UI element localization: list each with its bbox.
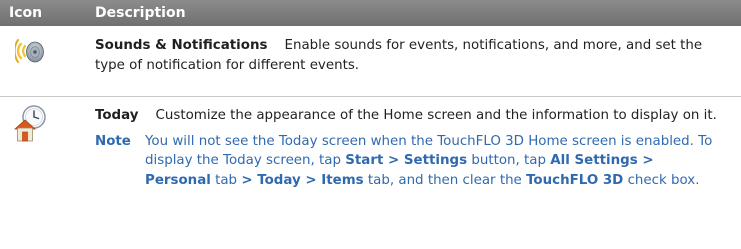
settings-table: Icon Description Sounds & Notifications … bbox=[0, 0, 741, 249]
today-home-icon bbox=[13, 105, 46, 142]
description-cell: Sounds & Notifications Enable sounds for… bbox=[95, 26, 741, 96]
note-label: Note bbox=[95, 133, 131, 149]
note-text-part: tab, and then clear the bbox=[363, 172, 527, 188]
note-text-part: button, tap bbox=[467, 153, 551, 168]
term-label: Sounds & Notifications bbox=[95, 38, 268, 53]
note-text-part: check box. bbox=[623, 172, 700, 188]
table-row: Sounds & Notifications Enable sounds for… bbox=[0, 26, 741, 97]
table-header: Icon Description bbox=[0, 0, 741, 26]
header-icon-column: Icon bbox=[9, 5, 43, 21]
description-text: Customize the appearance of the Home scr… bbox=[155, 108, 717, 123]
sound-notification-icon bbox=[15, 39, 44, 63]
note-bold-part: TouchFLO 3D bbox=[526, 172, 624, 188]
note-bold-part: > Today > Items bbox=[241, 172, 364, 188]
icon-cell bbox=[0, 97, 95, 249]
table-row: Today Customize the appearance of the Ho… bbox=[0, 97, 741, 249]
note-text: You will not see the Today screen when t… bbox=[140, 132, 717, 191]
term-label: Today bbox=[95, 108, 139, 123]
note-block: Note You will not see the Today screen w… bbox=[95, 132, 717, 191]
note-text-part: tab bbox=[210, 172, 242, 188]
note-bold-part: Start > Settings bbox=[345, 153, 468, 168]
header-description-column: Description bbox=[95, 5, 186, 21]
icon-cell bbox=[0, 26, 95, 96]
description-cell: Today Customize the appearance of the Ho… bbox=[95, 97, 741, 249]
